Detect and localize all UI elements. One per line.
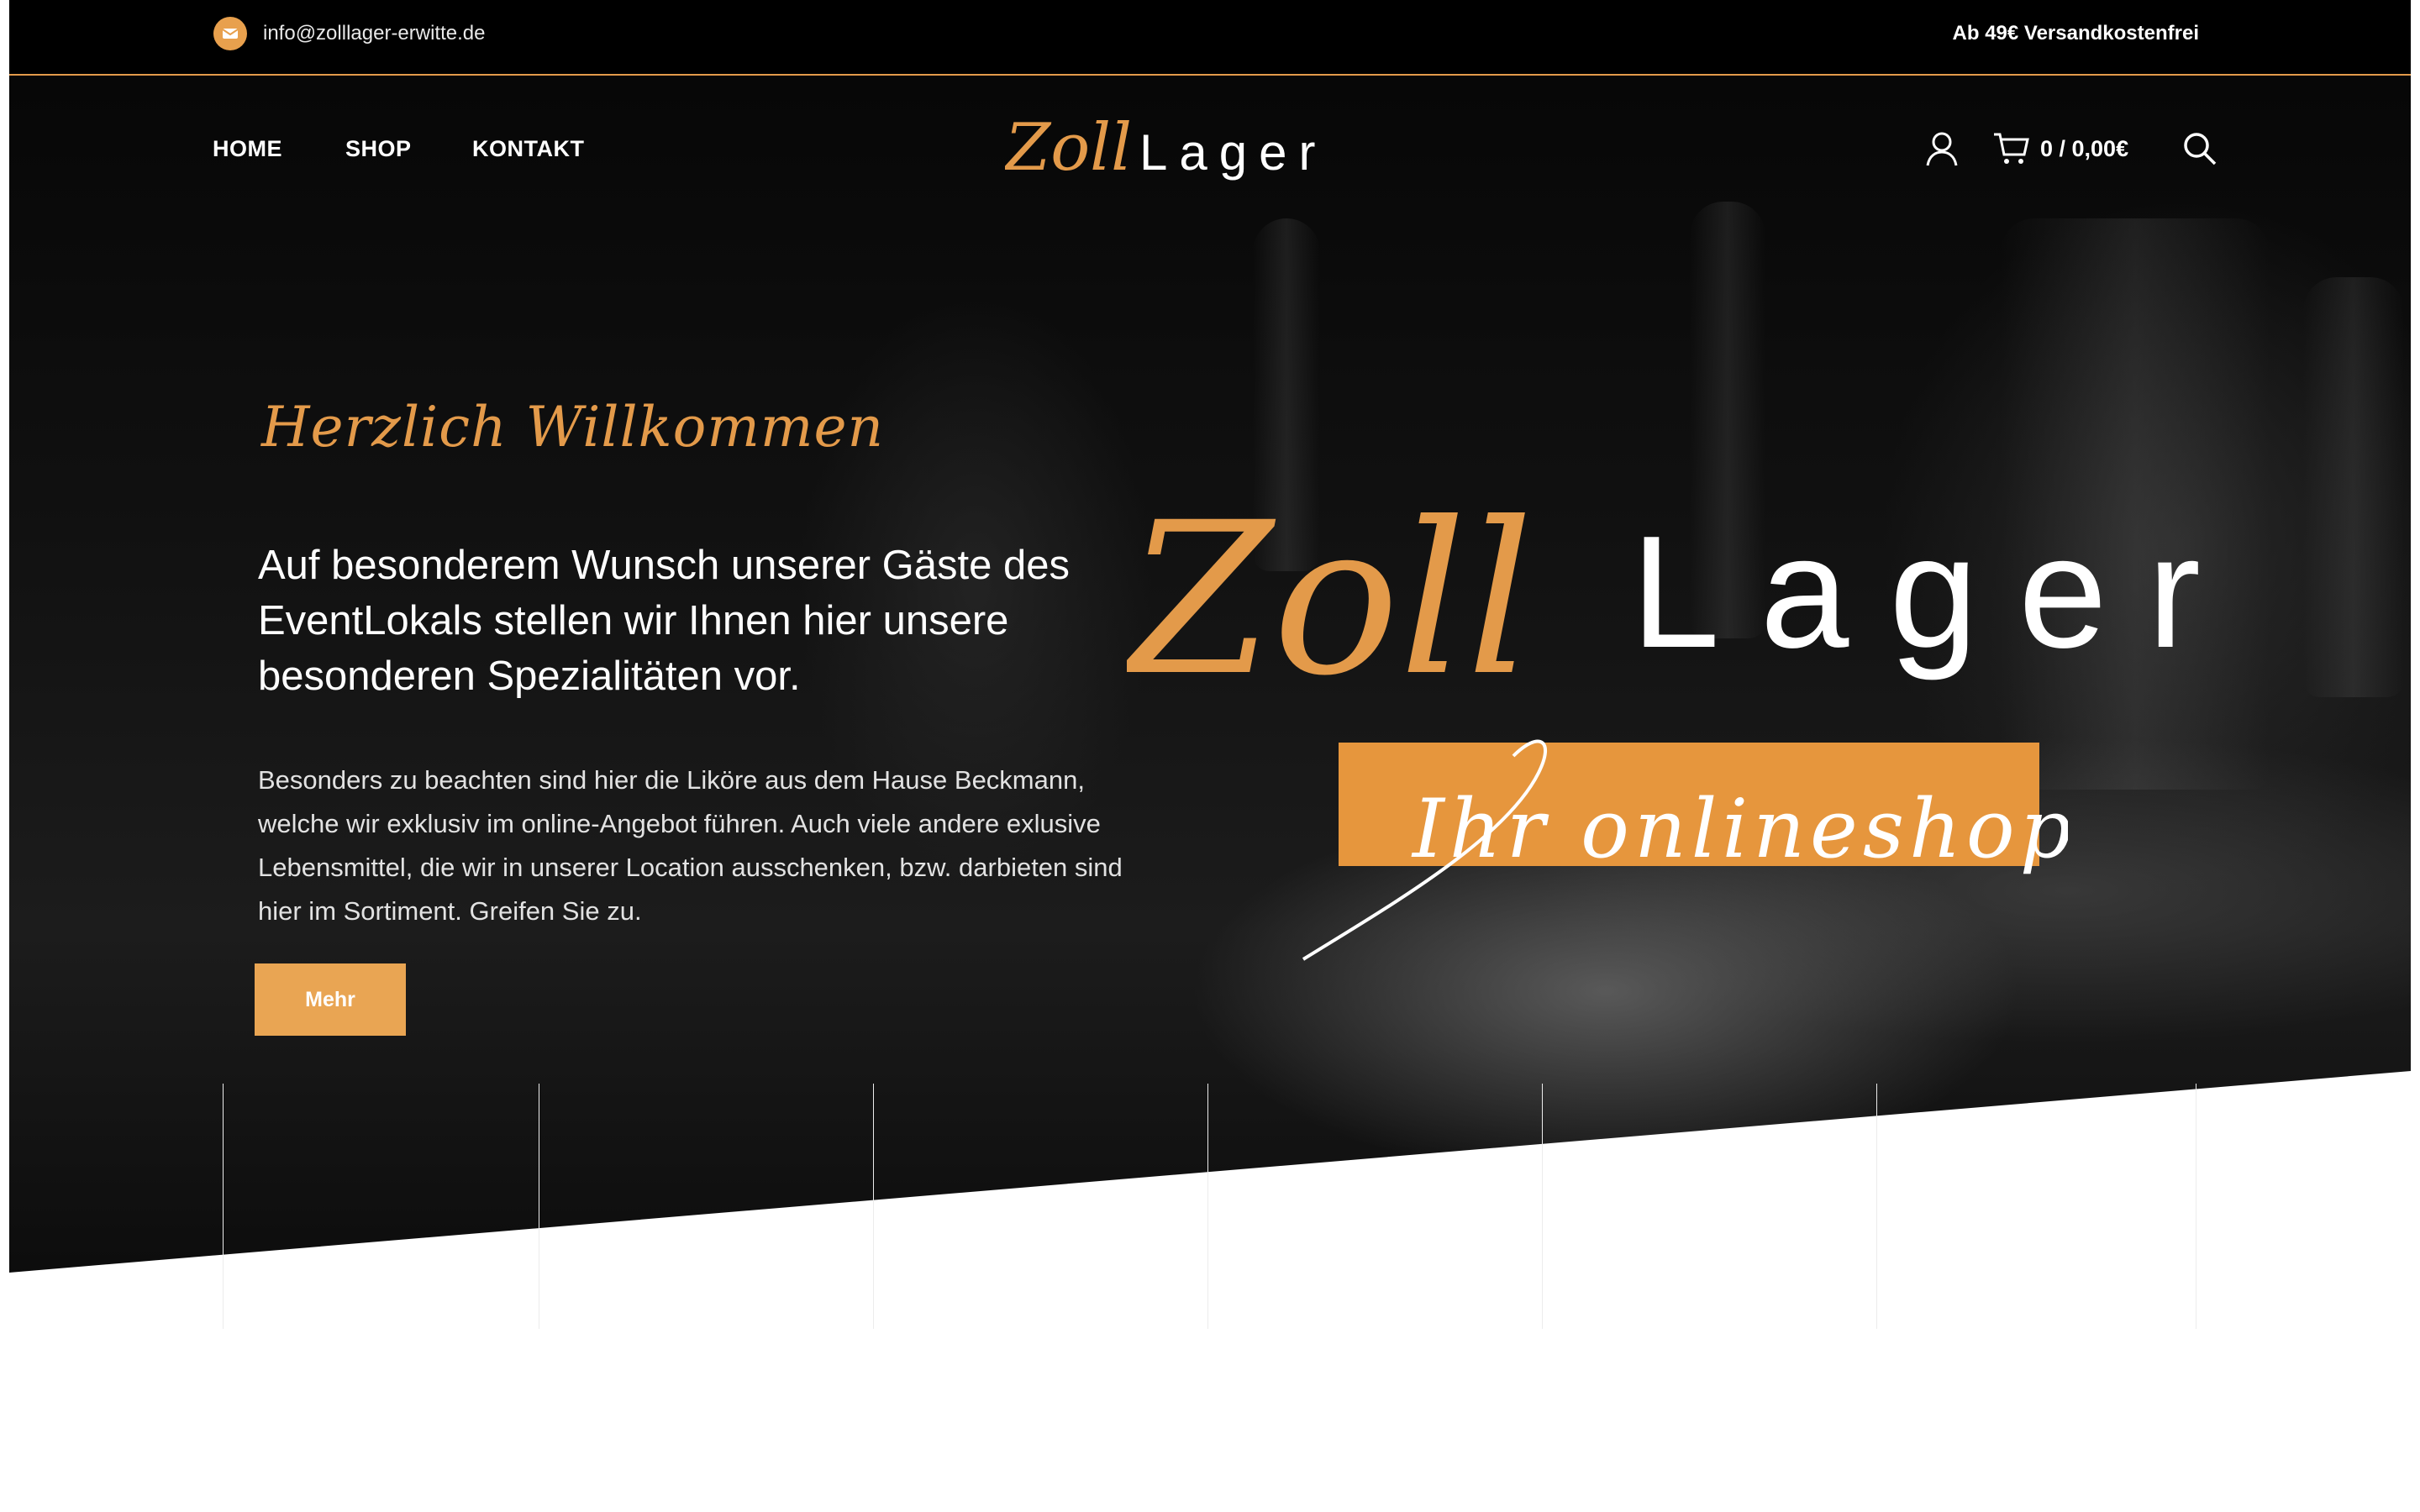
email-link[interactable]: info@zolllager-erwitte.de	[263, 22, 485, 45]
nav-kontakt[interactable]: KONTAKT	[472, 136, 584, 162]
nav-shop[interactable]: SHOP	[345, 136, 412, 162]
bottle-shape	[2303, 277, 2404, 697]
mail-icon[interactable]	[213, 17, 247, 50]
user-icon[interactable]	[1925, 130, 1959, 167]
hero-logo: Zoll Lager	[1127, 477, 2228, 697]
logo-part-zoll-z: Zoll	[1005, 111, 1132, 186]
hero-body-text: Besonders zu beachten sind hier die Likö…	[258, 765, 1123, 926]
site-logo[interactable]: Zoll Lager	[1005, 111, 1341, 186]
divider-line	[1876, 1084, 1877, 1329]
page: info@zolllager-erwitte.de Ab 49€ Versand…	[9, 0, 2411, 1329]
welcome-heading: Herzlich Willkommen	[261, 395, 885, 459]
divider-line	[1542, 1084, 1543, 1329]
hero-logo-zoll: Zoll	[1127, 477, 1534, 697]
search-icon[interactable]	[2182, 131, 2217, 166]
logo-part-lager: Lager	[1139, 124, 1327, 181]
hero-logo-lager: Lager	[1631, 503, 2228, 681]
divider-line	[223, 1084, 224, 1329]
divider-line	[873, 1084, 874, 1329]
top-bar: info@zolllager-erwitte.de Ab 49€ Versand…	[9, 0, 2411, 76]
shipping-notice: Ab 49€ Versandkostenfrei	[1952, 22, 2199, 45]
cart-summary[interactable]: 0 / 0,00€	[2040, 136, 2128, 162]
cart-icon[interactable]	[1992, 131, 2029, 166]
divider-line	[1207, 1084, 1208, 1329]
nav-home[interactable]: HOME	[213, 136, 282, 162]
tagline-text: Ihr onlineshop	[1411, 782, 2068, 876]
mehr-button[interactable]: Mehr	[255, 963, 406, 1036]
tagline-script: Ihr onlineshop	[1302, 739, 2068, 961]
hero-lead-text: Auf besonderem Wunsch unserer Gäste des …	[258, 543, 1071, 699]
